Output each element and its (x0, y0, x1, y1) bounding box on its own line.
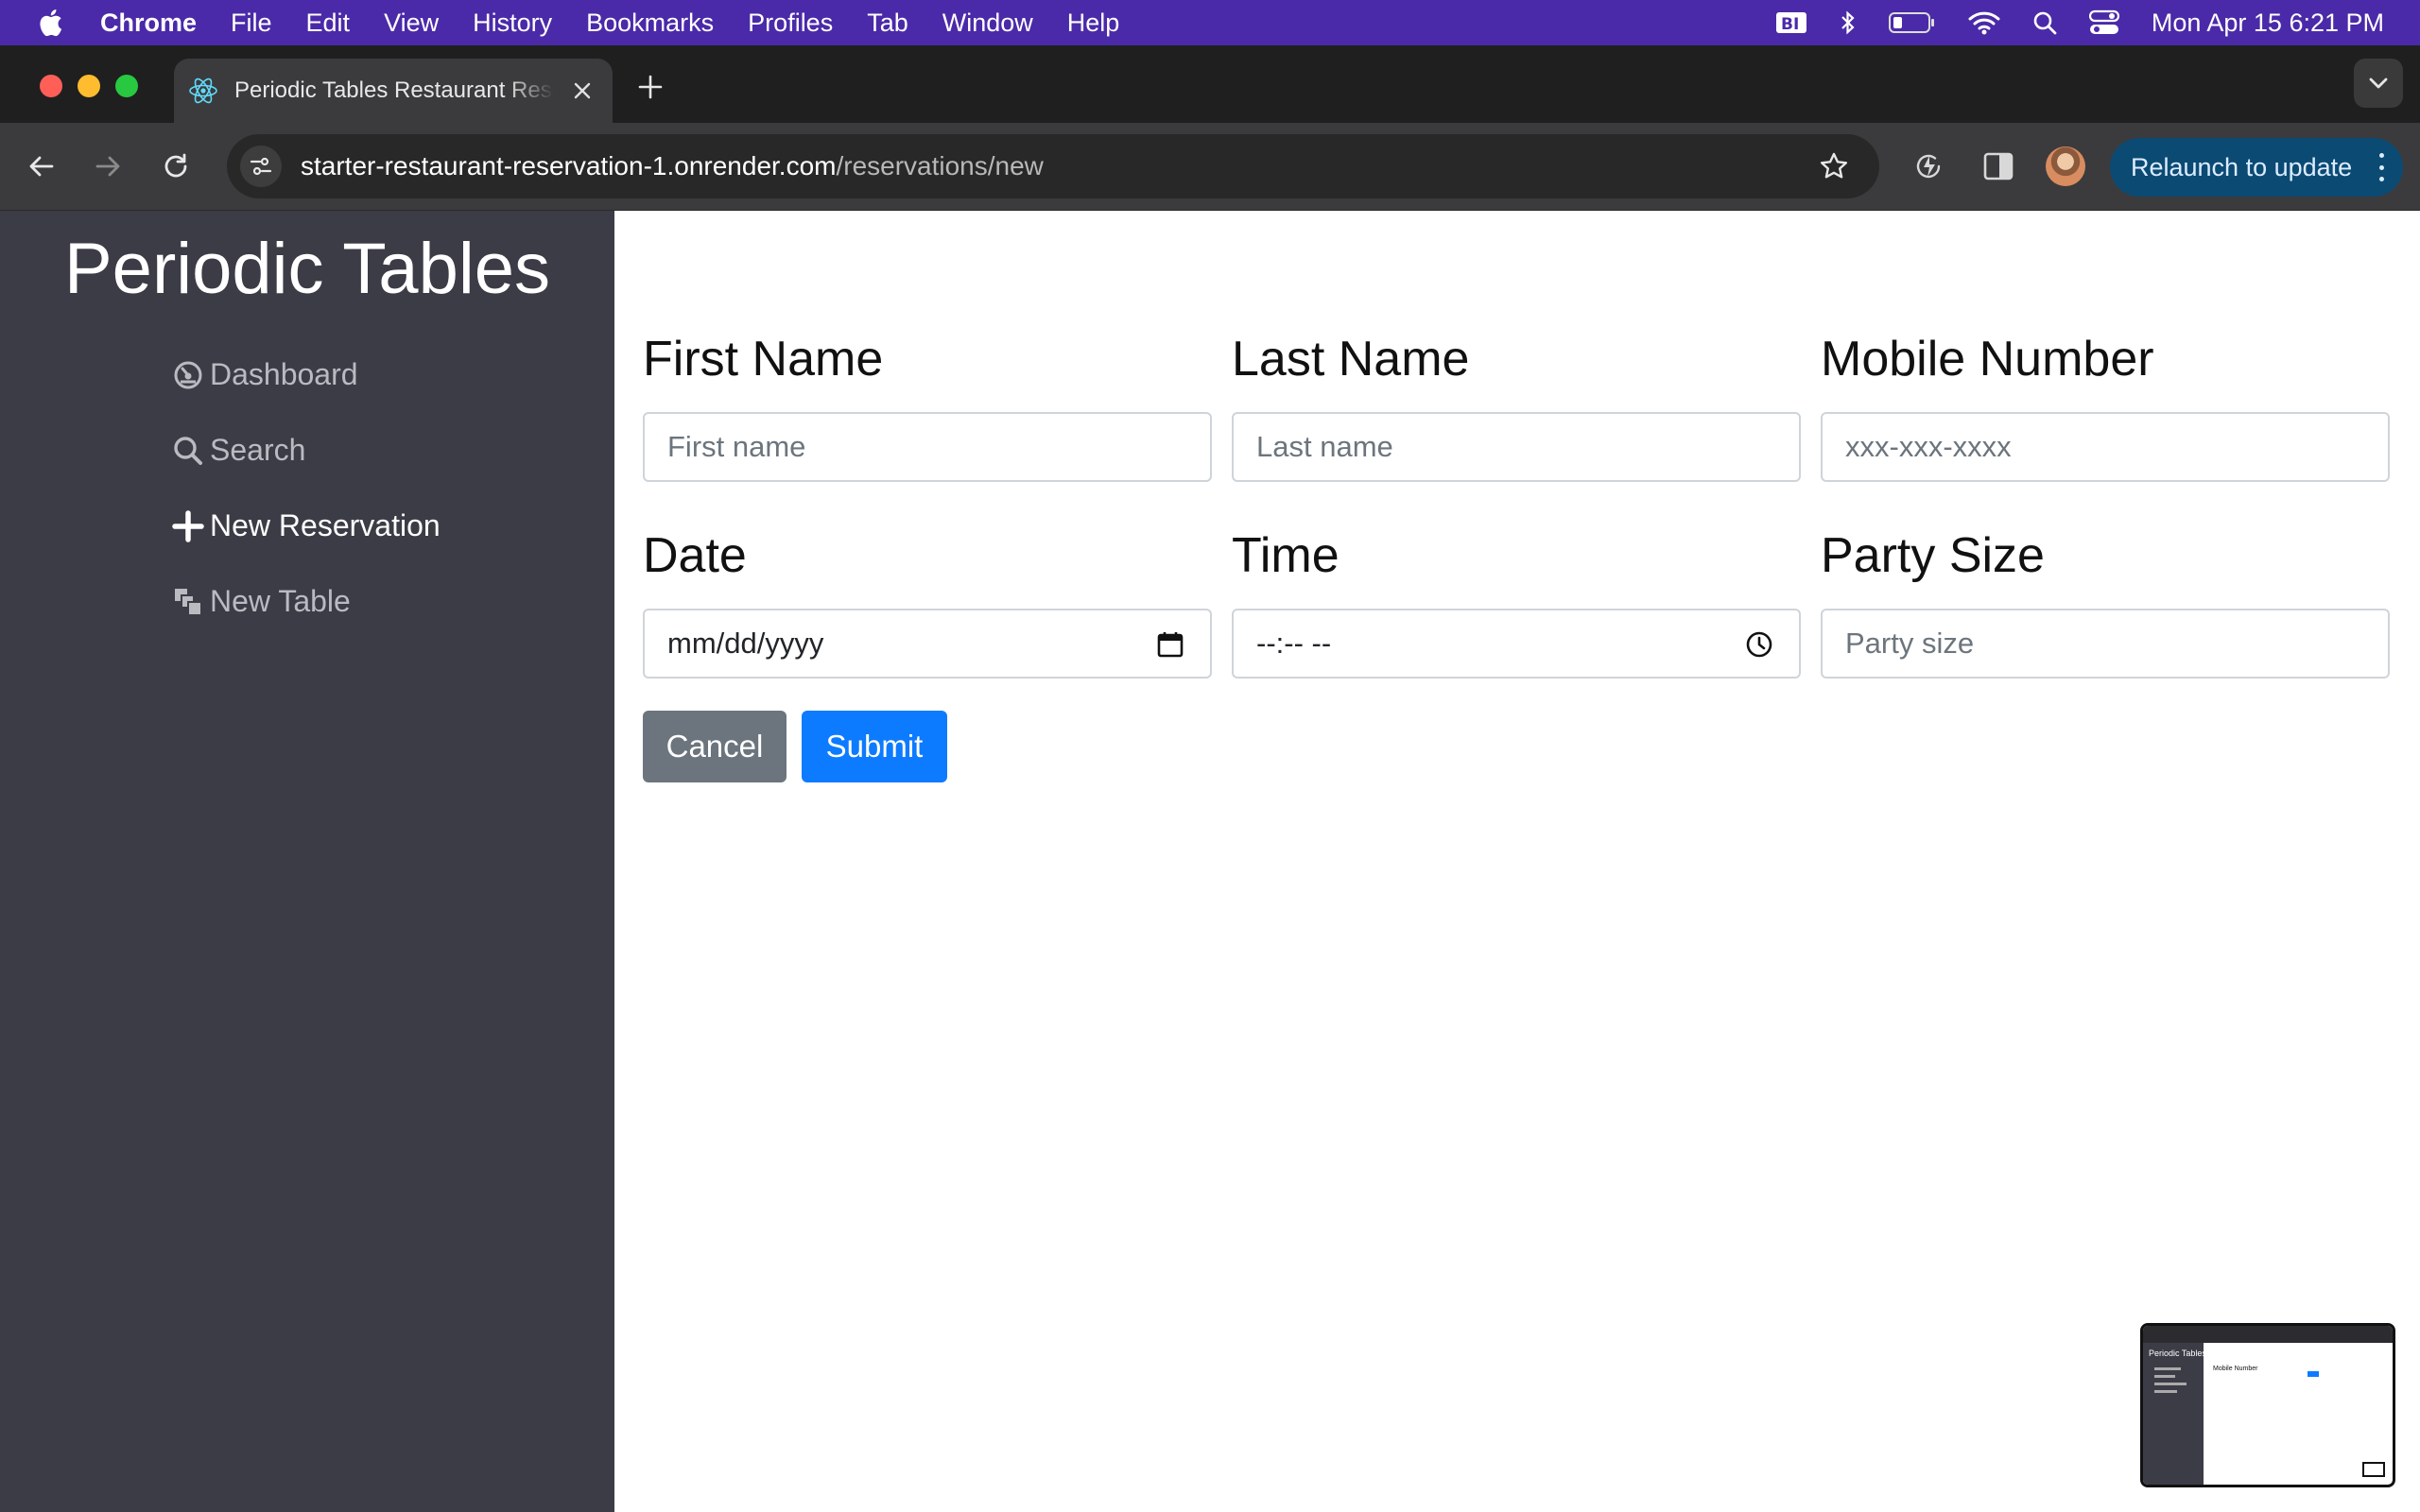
thumbnail-nav-line (2154, 1383, 2187, 1385)
bookmark-star-icon[interactable] (1819, 151, 1849, 186)
thumbnail-nav-line (2154, 1367, 2181, 1370)
search-icon (172, 435, 204, 467)
url-host: starter-restaurant-reservation-1.onrende… (301, 151, 837, 180)
bluetooth-icon[interactable] (1840, 9, 1857, 36)
date-input-value: mm/dd/yyyy (667, 627, 824, 660)
apple-logo-icon[interactable] (36, 7, 64, 39)
time-input-value: --:-- -- (1256, 627, 1332, 660)
spotlight-search-icon[interactable] (2032, 10, 2057, 35)
menu-window[interactable]: Window (942, 9, 1033, 38)
performance-bolt-icon[interactable] (1910, 147, 1947, 185)
thumbnail-browser-chrome (2143, 1326, 2393, 1343)
sidebar-item-search[interactable]: Search (172, 433, 305, 468)
address-bar[interactable]: starter-restaurant-reservation-1.onrende… (227, 134, 1879, 198)
thumbnail-sidebar (2143, 1343, 2204, 1485)
reload-icon[interactable] (155, 146, 197, 187)
back-arrow-icon[interactable] (21, 146, 62, 187)
thumbnail-nav-line (2154, 1375, 2175, 1378)
relaunch-label: Relaunch to update (2131, 152, 2353, 181)
side-panel-icon[interactable] (1979, 147, 2017, 185)
first-name-label: First Name (643, 332, 884, 387)
layers-icon (172, 586, 204, 618)
more-vertical-icon[interactable] (2377, 153, 2386, 181)
sidebar-item-label: Dashboard (210, 357, 358, 391)
app-sidebar (0, 211, 614, 1512)
menu-profiles[interactable]: Profiles (748, 9, 833, 38)
relaunch-to-update-button[interactable]: Relaunch to update (2110, 138, 2403, 197)
tab-search-chevron-down-icon[interactable] (2354, 59, 2403, 108)
main-content (614, 211, 2420, 1512)
menu-bookmarks[interactable]: Bookmarks (586, 9, 714, 38)
macos-menu-bar: Chrome File Edit View History Bookmarks … (0, 0, 2420, 45)
window-close-button[interactable] (40, 75, 62, 97)
forward-arrow-icon[interactable] (87, 146, 129, 187)
date-label: Date (643, 528, 747, 583)
time-input[interactable]: --:-- -- (1232, 609, 1801, 679)
react-favicon-icon (187, 75, 219, 107)
menu-edit[interactable]: Edit (306, 9, 351, 38)
sidebar-item-dashboard[interactable]: Dashboard (172, 357, 358, 392)
dashboard-icon (172, 359, 204, 391)
thumbnail-corner-icon (2362, 1462, 2385, 1477)
sidebar-item-label: New Table (210, 584, 351, 618)
time-label: Time (1232, 528, 1340, 583)
url-path: /reservations/new (836, 151, 1044, 180)
last-name-label: Last Name (1232, 332, 1470, 387)
plus-icon (172, 509, 204, 542)
svg-text:BI: BI (1781, 15, 1799, 34)
first-name-input[interactable] (643, 412, 1212, 482)
site-info-tune-icon[interactable] (240, 146, 282, 187)
mobile-number-input[interactable] (1821, 412, 2390, 482)
thumbnail-nav-line (2154, 1390, 2177, 1393)
menu-view[interactable]: View (384, 9, 439, 38)
last-name-input[interactable] (1232, 412, 1801, 482)
date-input[interactable]: mm/dd/yyyy (643, 609, 1212, 679)
menu-history[interactable]: History (473, 9, 552, 38)
mobile-number-label: Mobile Number (1821, 332, 2154, 387)
browser-tab-active[interactable]: Periodic Tables Restaurant Reservation (174, 59, 613, 123)
cancel-button[interactable]: Cancel (643, 711, 786, 782)
menu-file[interactable]: File (231, 9, 272, 38)
sidebar-item-new-table[interactable]: New Table (172, 584, 351, 619)
clock-icon[interactable] (1744, 629, 1774, 660)
window-zoom-button[interactable] (115, 75, 138, 97)
menu-app-chrome[interactable]: Chrome (100, 9, 197, 38)
battery-icon[interactable] (1888, 11, 1936, 34)
menu-bar-status-area: BI Mon Apr 15 6:21 PM (1775, 0, 2384, 45)
screenshot-thumbnail-preview[interactable]: Periodic Tables Mobile Number (2140, 1323, 2395, 1487)
sidebar-item-label: Search (210, 433, 306, 467)
thumbnail-button (2308, 1371, 2319, 1377)
new-tab-plus-icon[interactable] (633, 70, 667, 104)
menu-bar-clock[interactable]: Mon Apr 15 6:21 PM (2152, 9, 2384, 38)
party-size-input[interactable] (1821, 609, 2390, 679)
control-center-icon[interactable] (2088, 9, 2119, 36)
thumbnail-brand: Periodic Tables (2149, 1349, 2206, 1358)
menu-tab[interactable]: Tab (867, 9, 908, 38)
app-brand-title: Periodic Tables (63, 229, 550, 309)
calendar-icon[interactable] (1155, 629, 1185, 660)
menu-help[interactable]: Help (1067, 9, 1120, 38)
tab-close-icon[interactable] (569, 77, 596, 104)
sidebar-item-new-reservation[interactable]: New Reservation (172, 508, 441, 543)
wifi-icon[interactable] (1968, 10, 2000, 35)
sidebar-item-label: New Reservation (210, 508, 441, 542)
bi-icon[interactable]: BI (1775, 9, 1807, 36)
thumbnail-label: Mobile Number (2213, 1366, 2258, 1372)
tab-title: Periodic Tables Restaurant Reservation (234, 77, 554, 103)
party-size-label: Party Size (1821, 528, 2045, 583)
submit-button[interactable]: Submit (802, 711, 947, 782)
address-bar-url[interactable]: starter-restaurant-reservation-1.onrende… (301, 151, 1044, 181)
profile-avatar[interactable] (2046, 146, 2085, 186)
window-minimize-button[interactable] (78, 75, 100, 97)
